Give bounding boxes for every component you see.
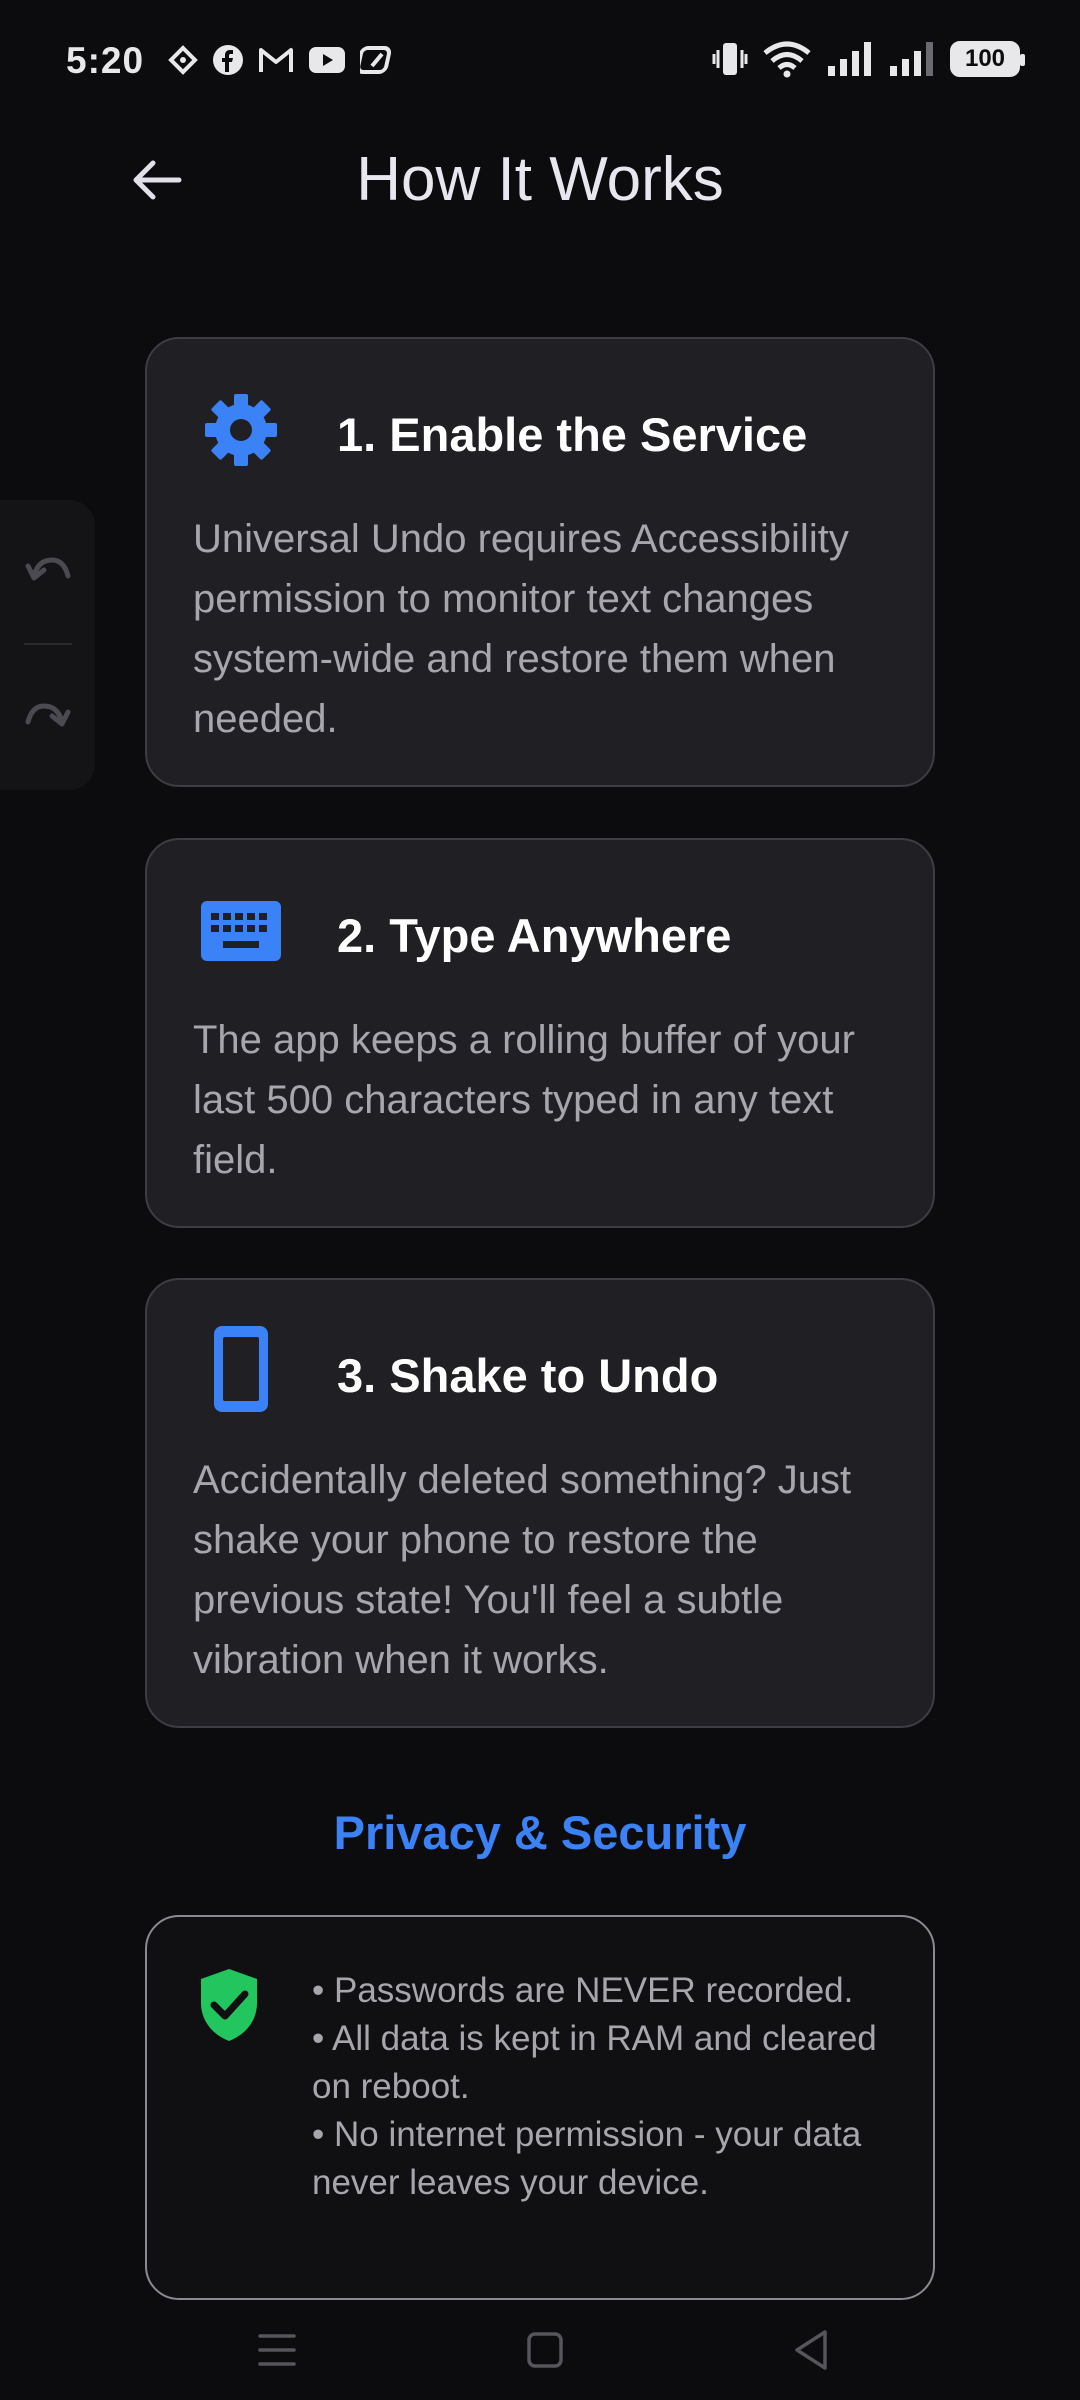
youtube-icon: [308, 45, 346, 75]
step-description: Accidentally deleted something? Just sha…: [193, 1458, 852, 1682]
signal-icon: [888, 40, 936, 78]
undo-button[interactable]: [18, 542, 78, 602]
diamond-icon: [168, 45, 198, 75]
back-button[interactable]: [112, 135, 202, 225]
system-back-button[interactable]: [776, 2320, 846, 2380]
privacy-card: • Passwords are NEVER recorded. • All da…: [145, 1915, 935, 2300]
back-icon: [795, 2330, 827, 2370]
screen: 5:20 100 How It Works 1. Enable the Serv…: [0, 0, 1080, 2400]
app-icon: [360, 44, 394, 76]
facebook-icon: [212, 44, 244, 76]
redo-button[interactable]: [18, 688, 78, 748]
privacy-item: • No internet permission - your data nev…: [312, 2115, 862, 2202]
notification-icons: [168, 44, 394, 76]
step-description: Universal Undo requires Accessibility pe…: [193, 517, 849, 741]
top-app-bar: How It Works: [0, 125, 1080, 295]
step-title: 2. Type Anywhere: [337, 909, 732, 962]
system-icons: 100: [712, 40, 1025, 78]
keyboard-icon: [197, 887, 285, 975]
step-card-enable-service: 1. Enable the Service Universal Undo req…: [145, 337, 935, 787]
step-card-type-anywhere: 2. Type Anywhere The app keeps a rolling…: [145, 838, 935, 1228]
recent-apps-button[interactable]: [242, 2320, 312, 2380]
privacy-item: • All data is kept in RAM and cleared on…: [312, 2019, 877, 2106]
system-navigation-bar: [0, 2300, 1080, 2400]
status-time: 5:20: [66, 40, 145, 81]
floating-undo-panel: [0, 500, 95, 790]
step-description: The app keeps a rolling buffer of your l…: [193, 1018, 855, 1182]
gmail-icon: [258, 45, 294, 75]
privacy-list: • Passwords are NEVER recorded. • All da…: [312, 1967, 893, 2207]
wifi-icon: [762, 40, 812, 78]
redo-icon: [25, 703, 71, 727]
battery-indicator: 100: [950, 41, 1025, 77]
gear-icon: [197, 386, 285, 474]
vibrate-icon: [712, 40, 748, 78]
privacy-item: • Passwords are NEVER recorded.: [312, 1971, 854, 2010]
signal-icon: [826, 40, 874, 78]
menu-icon: [258, 2334, 296, 2366]
shield-check-icon: [197, 1967, 277, 2047]
undo-icon: [25, 557, 71, 581]
step-card-shake-to-undo: 3. Shake to Undo Accidentally deleted so…: [145, 1278, 935, 1728]
step-title: 1. Enable the Service: [337, 408, 808, 461]
step-title: 3. Shake to Undo: [337, 1349, 719, 1402]
phone-icon: [197, 1325, 285, 1413]
status-bar: 5:20 100: [0, 0, 1080, 125]
arrow-back-icon: [133, 160, 182, 200]
home-button[interactable]: [510, 2320, 580, 2380]
home-icon: [527, 2332, 563, 2368]
panel-divider: [24, 643, 72, 645]
privacy-heading: Privacy & Security: [333, 1806, 747, 1859]
